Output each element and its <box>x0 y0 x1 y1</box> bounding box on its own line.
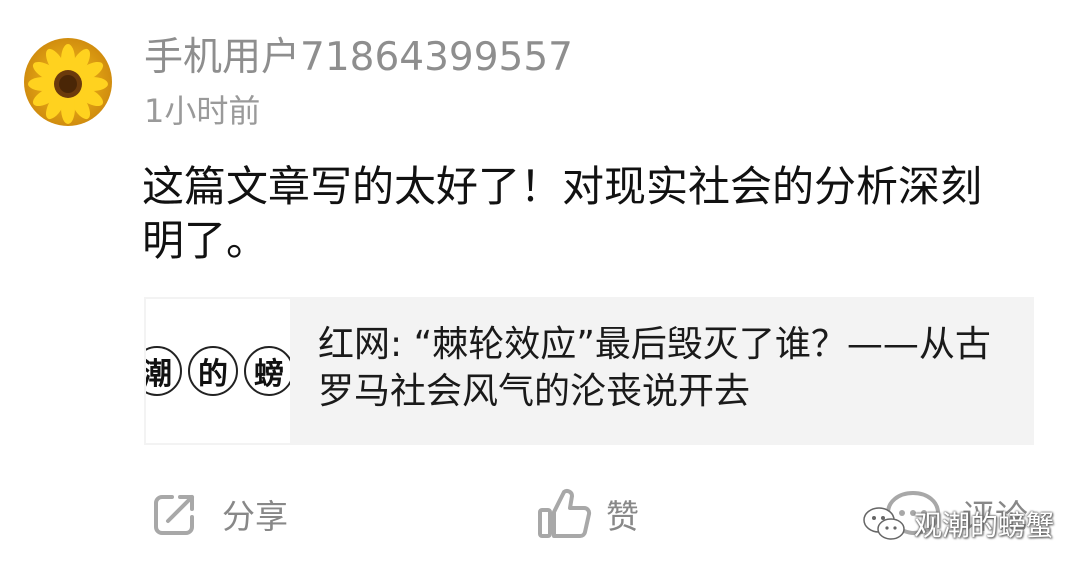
like-label: 赞 <box>606 497 639 536</box>
share-label: 分享 <box>222 497 288 536</box>
thumbs-up-icon <box>538 489 592 538</box>
comment-timestamp: 1小时前 <box>144 92 261 130</box>
thumbnail-char: 潮 <box>146 346 182 396</box>
wechat-icon <box>863 507 905 540</box>
article-thumbnail: 潮 的 螃 <box>146 299 290 443</box>
comment-text: 这篇文章写的太好了！对现实社会的分析深刻明了。 <box>142 162 983 265</box>
thumbnail-char: 螃 <box>244 346 290 396</box>
watermark: 观潮的螃蟹 <box>862 504 1054 544</box>
share-icon <box>154 495 194 535</box>
article-title: 红网: “棘轮效应”最后毁灭了谁？——从古罗马社会风气的沦丧说开去 <box>318 324 991 412</box>
linked-article-card[interactable]: 潮 的 螃 红网: “棘轮效应”最后毁灭了谁？——从古罗马社会风气的沦丧说开去 <box>144 297 1034 445</box>
like-button[interactable]: 赞 <box>536 484 639 544</box>
share-button[interactable]: 分享 <box>150 484 288 544</box>
username[interactable]: 手机用户71864399557 <box>144 34 573 82</box>
sunflower-avatar-icon <box>24 38 112 126</box>
avatar[interactable] <box>24 38 112 126</box>
thumbnail-char: 的 <box>188 346 238 396</box>
watermark-text: 观潮的螃蟹 <box>914 509 1055 542</box>
